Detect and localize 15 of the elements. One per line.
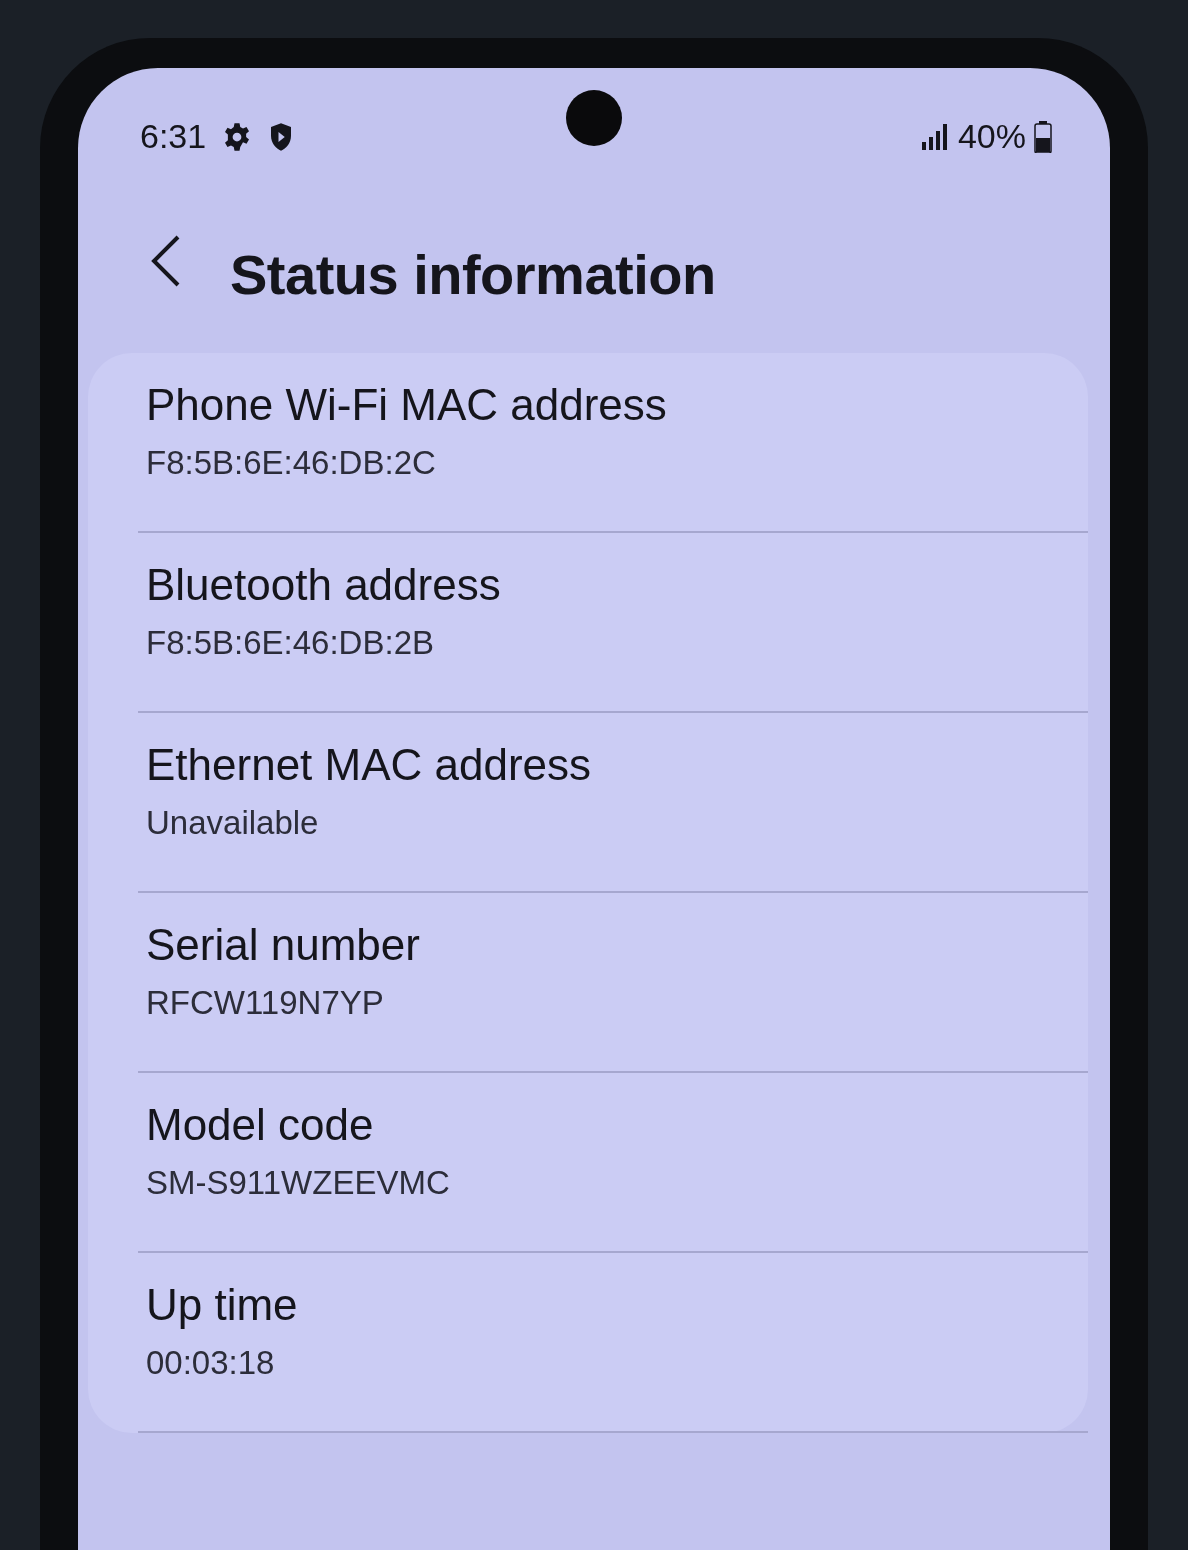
setting-label: Bluetooth address: [146, 559, 502, 611]
setting-value: 00:03:18: [146, 1343, 276, 1383]
setting-value: F8:5B:6E:46:DB:2C: [146, 443, 437, 483]
setting-label: Model code: [146, 1099, 375, 1151]
status-time: 6:31: [140, 116, 207, 157]
setting-label: Up time: [146, 1279, 299, 1331]
setting-label: Phone Wi-Fi MAC address: [146, 379, 668, 431]
setting-label: Ethernet MAC address: [146, 739, 593, 791]
battery-percent: 40%: [957, 116, 1026, 157]
setting-label: Serial number: [146, 919, 421, 971]
setting-value: RFCW119N7YP: [146, 983, 385, 1023]
setting-value: F8:5B:6E:46:DB:2B: [146, 623, 435, 663]
setting-value: SM-S911WZEEVMC: [146, 1163, 451, 1203]
setting-value: Unavailable: [146, 803, 320, 843]
page-title: Status information: [230, 242, 716, 308]
